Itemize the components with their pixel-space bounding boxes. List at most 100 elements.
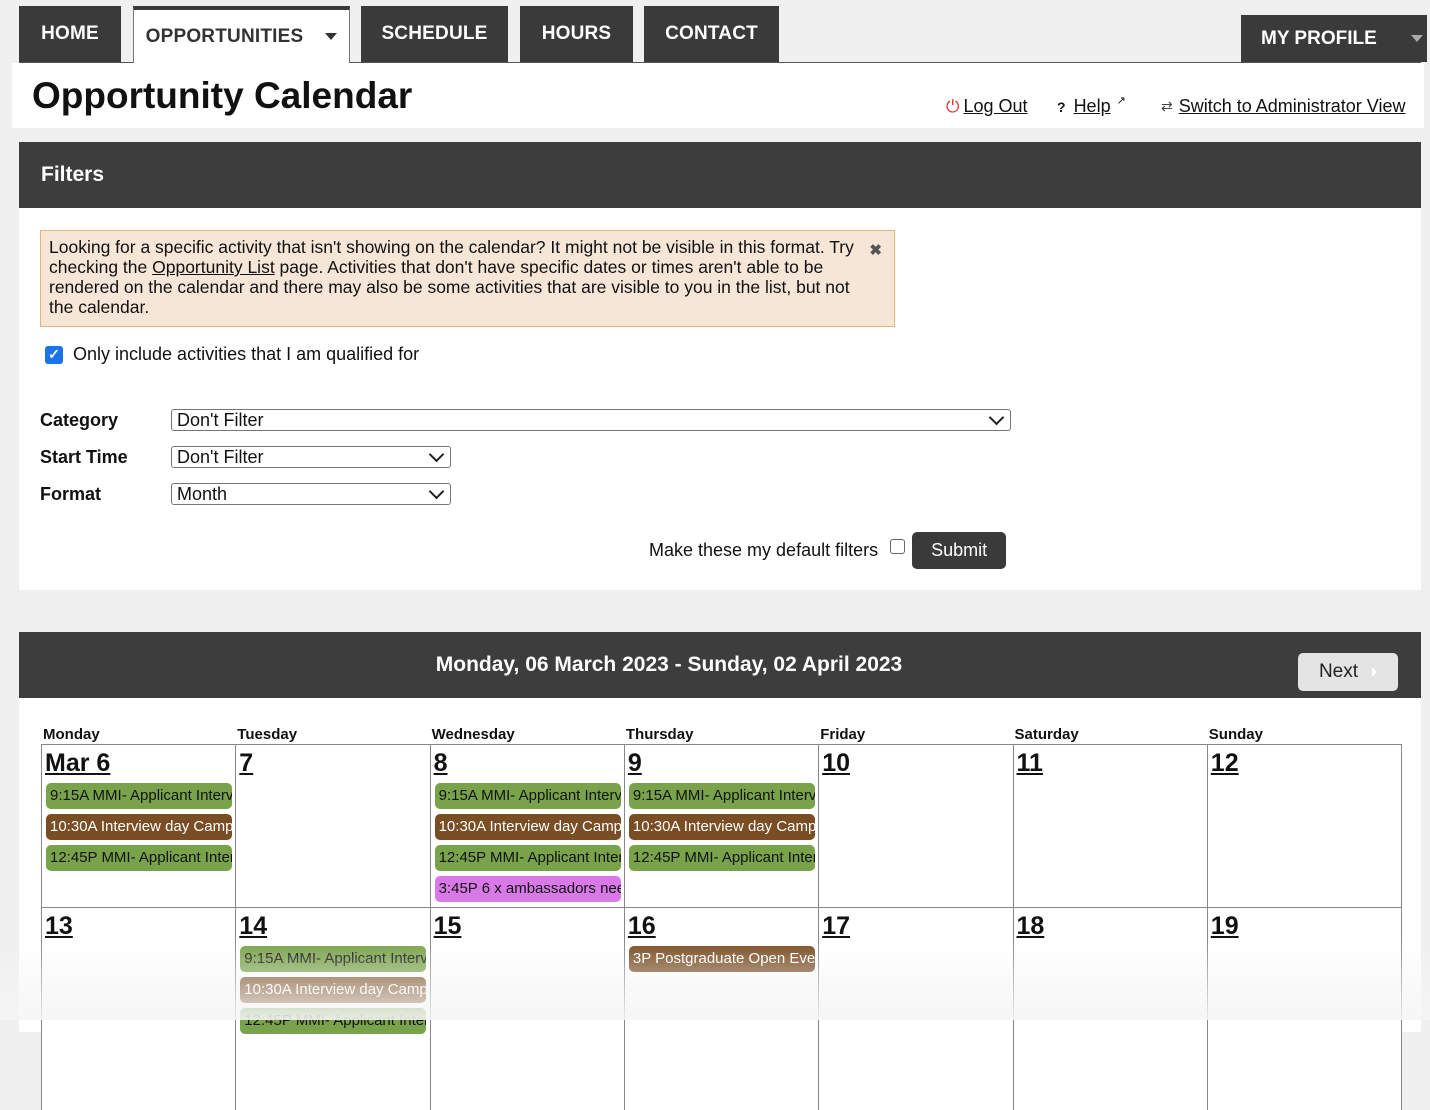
calendar-panel: Monday, 06 March 2023 - Sunday, 02 April…	[19, 632, 1421, 1110]
format-label: Format	[40, 483, 102, 504]
close-icon[interactable]: ✖	[869, 241, 882, 261]
calendar-event[interactable]: 10:30A Interview day Campus Tour	[628, 814, 815, 840]
main-nav: HOME OPPORTUNITIES SCHEDULE HOURS CONTAC…	[19, 4, 1427, 63]
question-icon: ?	[1057, 98, 1066, 115]
day-number: 13	[45, 912, 73, 940]
calendar-day-cell: 16 3P Postgraduate Open Evening	[623, 907, 820, 1110]
default-filters-checkbox[interactable]	[890, 539, 906, 554]
filters-panel: Filters Looking for a specific activity …	[19, 142, 1421, 590]
nav-tab-hours-label: HOURS	[541, 23, 612, 44]
format-value: Month	[177, 483, 228, 504]
help-link-group: ? Help ↗	[1057, 95, 1126, 117]
day-number-link[interactable]: 13	[45, 912, 73, 941]
chevron-down-icon	[428, 446, 445, 463]
submit-button[interactable]: Submit	[912, 532, 1007, 569]
calendar-event[interactable]: 12:45P MMI- Applicant Interview	[434, 845, 621, 871]
switch-admin-view-link[interactable]: Switch to Administrator View	[1179, 96, 1406, 117]
calendar-event[interactable]: 3:45P 6 x ambassadors needed	[434, 876, 621, 902]
day-number-link[interactable]: 12	[1211, 749, 1239, 778]
day-number: 14	[239, 912, 268, 940]
day-number-link[interactable]: 17	[822, 912, 850, 941]
logout-link-group: ⏻ Log Out	[946, 96, 1028, 117]
day-number: 6	[96, 749, 111, 777]
swap-arrows-icon: ⇄	[1161, 98, 1173, 114]
nav-tab-schedule-label: SCHEDULE	[381, 23, 488, 44]
my-profile-menu[interactable]: MY PROFILE	[1241, 15, 1427, 62]
day-number-link[interactable]: 7	[239, 749, 253, 778]
start-time-select[interactable]: Don't Filter	[171, 446, 451, 468]
calendar-day-cell: 17	[818, 907, 1014, 1110]
day-number-link[interactable]: 9	[628, 749, 642, 778]
help-link[interactable]: Help	[1074, 96, 1111, 117]
calendar-event[interactable]: 10:30A Interview day Campus Tour	[46, 814, 232, 840]
calendar-event[interactable]: 9:15A MMI- Applicant Interview	[434, 783, 621, 809]
nav-tab-contact[interactable]: CONTACT	[644, 6, 779, 62]
calendar-day-cell: 13	[41, 907, 237, 1110]
category-row: Category Don't Filter	[40, 409, 1011, 431]
logout-link[interactable]: Log Out	[963, 96, 1027, 117]
calendar-day-cell: 15	[429, 907, 625, 1110]
day-number: 11	[1016, 749, 1043, 777]
nav-tab-opportunities[interactable]: OPPORTUNITIES	[133, 6, 350, 63]
chevron-right-icon	[1372, 667, 1378, 677]
day-number: 12	[1210, 749, 1239, 777]
page-title: Opportunity Calendar	[32, 75, 413, 116]
calendar-event[interactable]: 9:15A MMI- Applicant Interview	[240, 946, 427, 972]
day-number-link[interactable]: 14	[239, 912, 267, 941]
format-row: Format Month	[40, 483, 451, 505]
day-number: 16	[627, 912, 656, 940]
day-number-link[interactable]: 16	[628, 912, 656, 941]
nav-tab-hours[interactable]: HOURS	[520, 6, 633, 62]
calendar-event[interactable]: 12:45P MMI- Applicant Interview	[240, 1008, 427, 1034]
day-header: Thursday	[625, 726, 694, 743]
calendar-event[interactable]: 3P Postgraduate Open Evening	[628, 946, 815, 972]
category-select[interactable]: Don't Filter	[171, 409, 1011, 431]
day-number-link[interactable]: 10	[822, 749, 850, 778]
qualified-label: Only include activities that I am qualif…	[73, 344, 420, 364]
day-header: Tuesday	[237, 726, 298, 743]
calendar-day-cell: 14 9:15A MMI- Applicant Interview 10:30A I…	[235, 907, 431, 1110]
format-select[interactable]: Month	[171, 483, 451, 505]
calendar-event[interactable]: 9:15A MMI- Applicant Interview	[628, 783, 815, 809]
calendar-event[interactable]: 12:45P MMI- Applicant Interview	[628, 845, 815, 871]
nav-tab-schedule[interactable]: SCHEDULE	[361, 6, 508, 62]
day-number-link[interactable]: 19	[1211, 912, 1239, 941]
day-number: 10	[822, 749, 850, 777]
category-value: Don't Filter	[177, 409, 264, 430]
page-header: Opportunity Calendar ⏻ Log Out ? Help ↗ …	[12, 63, 1424, 128]
calendar-event[interactable]: 10:30A Interview day Campus Tour	[240, 977, 427, 1003]
day-header: Saturday	[1014, 726, 1079, 743]
day-number-link[interactable]: 8	[434, 749, 448, 778]
calendar-event[interactable]: 9:15A MMI- Applicant Interview	[46, 783, 232, 809]
chevron-down-icon	[988, 409, 1005, 426]
switch-view-link-group: ⇄ Switch to Administrator View	[1161, 96, 1406, 117]
category-label: Category	[40, 409, 119, 430]
day-header: Sunday	[1208, 726, 1263, 743]
day-number-link[interactable]: 15	[434, 912, 462, 941]
default-filters-label: Make these my default filters	[649, 540, 879, 560]
nav-tab-home[interactable]: HOME	[19, 6, 121, 62]
day-number-link[interactable]: 18	[1017, 912, 1045, 941]
start-time-value: Don't Filter	[177, 446, 264, 467]
calendar-event[interactable]: 10:30A Interview day Campus Tour	[434, 814, 621, 840]
day-number: 8	[433, 749, 448, 777]
day-number: 17	[822, 912, 850, 940]
nav-tab-contact-label: CONTACT	[665, 23, 758, 44]
day-number: 7	[239, 749, 254, 777]
day-header: Monday	[43, 726, 100, 743]
calendar-event[interactable]: 12:45P MMI- Applicant Interview	[46, 845, 232, 871]
chevron-down-icon[interactable]	[325, 33, 338, 40]
opportunity-list-link[interactable]: Opportunity List	[152, 257, 275, 277]
qualified-checkbox[interactable]: ✓	[45, 345, 63, 364]
power-icon: ⏻	[946, 96, 960, 116]
qualified-filter: ✓ Only include activities that I am qual…	[45, 344, 419, 365]
start-time-row: Start Time Don't Filter	[40, 446, 451, 468]
next-label: Next	[1318, 661, 1359, 682]
page-frame: HOME OPPORTUNITIES SCHEDULE HOURS CONTAC…	[12, 4, 1427, 1110]
calendar-header: Monday, 06 March 2023 - Sunday, 02 April…	[19, 632, 1421, 698]
next-button[interactable]: Next	[1298, 653, 1398, 691]
day-number-link[interactable]: 11	[1017, 749, 1043, 778]
calendar-notice: Looking for a specific activity that isn…	[40, 230, 895, 327]
chevron-down-icon	[428, 483, 445, 500]
day-number-link[interactable]: Mar 6	[45, 749, 110, 778]
